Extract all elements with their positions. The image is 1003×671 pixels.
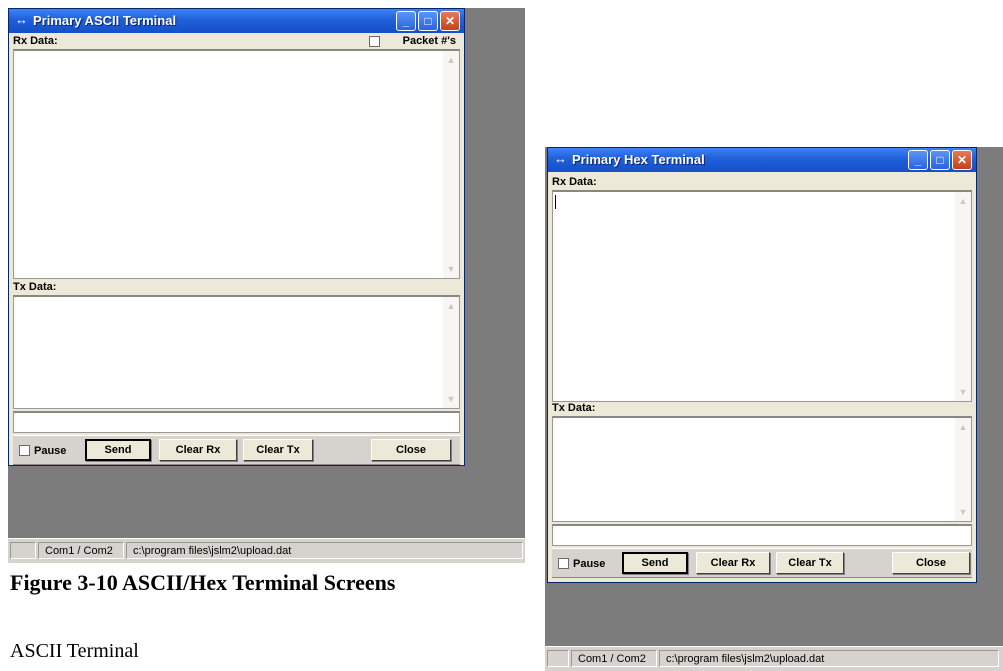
scroll-up-icon[interactable]: ▲ — [957, 195, 969, 207]
scroll-down-icon[interactable]: ▼ — [957, 506, 969, 518]
ascii-status-bar: Com1 / Com2 c:\program files\jslm2\uploa… — [8, 538, 525, 563]
close-icon[interactable]: ✕ — [440, 11, 460, 31]
pause-label: Pause — [34, 445, 67, 457]
packet-numbers-checkbox[interactable] — [369, 36, 380, 47]
rx-data-label: Rx Data: — [13, 35, 58, 47]
clear-tx-button[interactable]: Clear Tx — [776, 552, 844, 574]
packet-numbers-label: Packet #'s — [402, 35, 456, 47]
scroll-up-icon[interactable]: ▲ — [445, 300, 457, 312]
hex-title-bar[interactable]: ↔ Primary Hex Terminal _ □ ✕ — [548, 148, 976, 172]
pause-checkbox[interactable] — [558, 558, 569, 569]
scroll-down-icon[interactable]: ▼ — [957, 386, 969, 398]
clear-rx-button[interactable]: Clear Rx — [159, 439, 237, 461]
clear-tx-button[interactable]: Clear Tx — [243, 439, 313, 461]
maximize-icon[interactable]: □ — [930, 150, 950, 170]
terminal-app-icon: ↔ — [15, 12, 28, 27]
ascii-title-bar[interactable]: ↔ Primary ASCII Terminal _ □ ✕ — [9, 9, 464, 33]
tx-data-label: Tx Data: — [552, 402, 596, 414]
ascii-tx-data-area[interactable]: ▲ ▼ — [13, 295, 460, 409]
status-file-path: c:\program files\jslm2\upload.dat — [659, 650, 999, 667]
body-text: ASCII Terminal — [10, 640, 139, 662]
rx-scrollbar[interactable]: ▲ ▼ — [955, 192, 971, 401]
tx-scrollbar[interactable]: ▲ ▼ — [955, 418, 971, 521]
rx-scrollbar[interactable]: ▲ ▼ — [443, 51, 459, 278]
scroll-up-icon[interactable]: ▲ — [957, 421, 969, 433]
status-file-path: c:\program files\jslm2\upload.dat — [126, 542, 523, 559]
terminal-app-icon: ↔ — [554, 151, 567, 166]
maximize-icon[interactable]: □ — [418, 11, 438, 31]
figure-caption: Figure 3-10 ASCII/Hex Terminal Screens — [10, 570, 396, 595]
tx-data-label: Tx Data: — [13, 281, 57, 293]
scroll-down-icon[interactable]: ▼ — [445, 393, 457, 405]
status-cell-empty — [10, 542, 36, 559]
close-icon[interactable]: ✕ — [952, 150, 972, 170]
status-port: Com1 / Com2 — [38, 542, 124, 559]
hex-terminal-window: ↔ Primary Hex Terminal _ □ ✕ Rx Data: ▲ … — [547, 147, 977, 583]
ascii-window-title: Primary ASCII Terminal — [33, 13, 177, 28]
minimize-icon[interactable]: _ — [396, 11, 416, 31]
ascii-terminal-window: ↔ Primary ASCII Terminal _ □ ✕ Rx Data: … — [8, 8, 465, 466]
scroll-up-icon[interactable]: ▲ — [445, 54, 457, 66]
clear-rx-button[interactable]: Clear Rx — [696, 552, 770, 574]
rx-section-header: Rx Data: Packet #'s — [13, 35, 460, 47]
hex-status-bar: Com1 / Com2 c:\program files\jslm2\uploa… — [545, 646, 1003, 671]
ascii-send-input[interactable] — [13, 411, 460, 433]
rx-section-header: Rx Data: — [552, 176, 972, 188]
rx-data-label: Rx Data: — [552, 176, 597, 188]
scroll-down-icon[interactable]: ▼ — [445, 263, 457, 275]
hex-button-row: Pause Send Clear Rx Clear Tx Close — [552, 548, 972, 578]
close-button[interactable]: Close — [892, 552, 970, 574]
text-cursor — [555, 195, 556, 209]
pause-checkbox[interactable] — [19, 445, 30, 456]
ascii-button-row: Pause Send Clear Rx Clear Tx Close — [13, 435, 460, 465]
tx-section-header: Tx Data: — [13, 281, 460, 293]
ascii-rx-data-area[interactable]: ▲ ▼ — [13, 49, 460, 279]
tx-section-header: Tx Data: — [552, 402, 972, 414]
send-button[interactable]: Send — [85, 439, 151, 461]
close-button[interactable]: Close — [371, 439, 451, 461]
status-port: Com1 / Com2 — [571, 650, 657, 667]
minimize-icon[interactable]: _ — [908, 150, 928, 170]
tx-scrollbar[interactable]: ▲ ▼ — [443, 297, 459, 408]
hex-send-input[interactable] — [552, 524, 972, 546]
pause-label: Pause — [573, 558, 606, 570]
status-cell-empty — [547, 650, 569, 667]
hex-window-title: Primary Hex Terminal — [572, 152, 705, 167]
hex-rx-data-area[interactable]: ▲ ▼ — [552, 190, 972, 402]
send-button[interactable]: Send — [622, 552, 688, 574]
hex-tx-data-area[interactable]: ▲ ▼ — [552, 416, 972, 522]
